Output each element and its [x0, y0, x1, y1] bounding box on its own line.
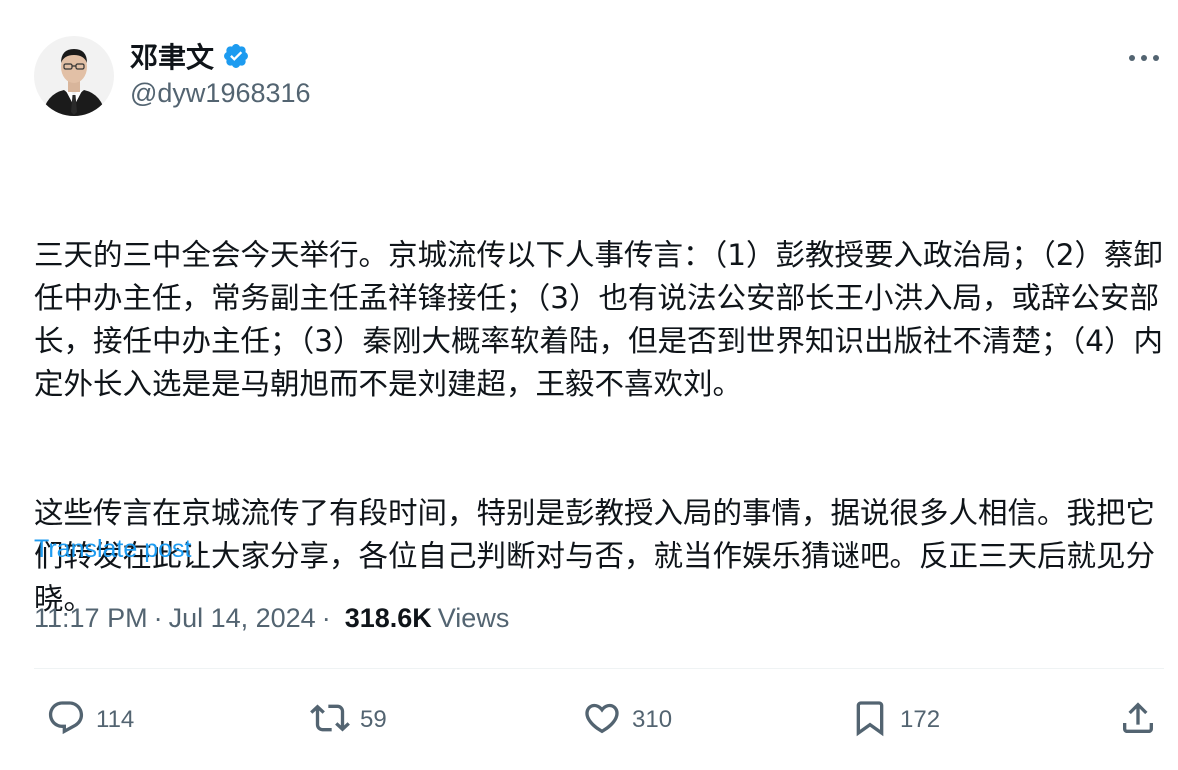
bookmark-icon: [850, 698, 890, 742]
heart-icon: [582, 698, 622, 742]
divider: [34, 668, 1164, 669]
views-count[interactable]: 318.6K: [345, 603, 432, 634]
name-row: 邓聿文: [130, 36, 250, 76]
repost-count: 59: [360, 706, 387, 733]
tweet-header: 邓聿文 @dyw1968316: [34, 30, 1164, 120]
verified-badge-icon[interactable]: [222, 42, 250, 70]
author-name[interactable]: 邓聿文: [130, 36, 214, 76]
translate-post-link[interactable]: Translate post: [34, 535, 191, 564]
like-button[interactable]: 310: [582, 692, 672, 748]
tweet-paragraph: 三天的三中全会今天举行。京城流传以下人事传言：（1）彭教授要入政治局；（2）蔡卸…: [34, 238, 1164, 401]
like-count: 310: [632, 706, 673, 733]
meta-separator: ·: [321, 603, 331, 633]
reply-count: 114: [96, 706, 135, 733]
views-label: Views: [437, 603, 510, 633]
action-bar: 114 59 310 172: [34, 692, 1164, 748]
meta-separator: ·: [153, 603, 163, 633]
bookmark-count: 172: [900, 706, 941, 733]
avatar[interactable]: [34, 36, 114, 116]
more-horizontal-icon[interactable]: [1124, 46, 1164, 70]
reply-icon: [46, 698, 86, 742]
share-button[interactable]: [1118, 692, 1158, 748]
tweet-time[interactable]: 11:17 PM: [34, 603, 148, 634]
author-handle[interactable]: @dyw1968316: [130, 78, 311, 109]
tweet-date[interactable]: Jul 14, 2024: [169, 603, 316, 634]
bookmark-button[interactable]: 172: [850, 692, 940, 748]
repost-icon: [310, 698, 350, 742]
reply-button[interactable]: 114: [46, 692, 134, 748]
repost-button[interactable]: 59: [310, 692, 387, 748]
share-icon: [1118, 698, 1158, 742]
tweet-meta: 11:17 PM · Jul 14, 2024 · 318.6K Views: [34, 603, 509, 634]
tweet-text: 三天的三中全会今天举行。京城流传以下人事传言：（1）彭教授要入政治局；（2）蔡卸…: [34, 148, 1164, 664]
tweet-paragraph: 这些传言在京城流传了有段时间，特别是彭教授入局的事情，据说很多人相信。我把它们转…: [34, 496, 1156, 616]
